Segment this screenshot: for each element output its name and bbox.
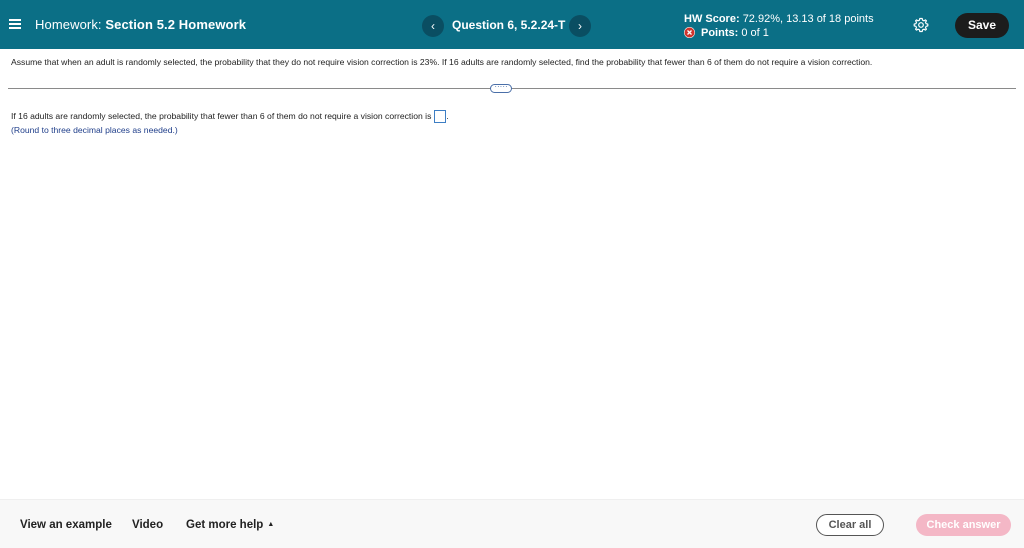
homework-name: Section 5.2 Homework	[105, 17, 247, 32]
footer-bar: View an example Video Get more help ▲ Cle…	[0, 499, 1024, 548]
hamburger-menu-icon[interactable]	[9, 19, 21, 29]
answer-prompt: If 16 adults are randomly selected, the …	[11, 111, 432, 121]
answer-input[interactable]	[434, 110, 447, 123]
homework-prefix: Homework:	[35, 17, 102, 32]
answer-suffix: .	[446, 111, 449, 121]
view-example-link[interactable]: View an example	[20, 519, 112, 531]
question-label: Question 6, 5.2.24-T	[452, 18, 566, 32]
video-link[interactable]: Video	[132, 519, 163, 531]
top-bar: Homework: Section 5.2 Homework ‹ Questio…	[0, 0, 1024, 49]
chevron-right-icon: ›	[578, 19, 582, 33]
caret-up-icon: ▲	[267, 521, 275, 528]
rounding-instruction: (Round to three decimal places as needed…	[11, 125, 178, 135]
check-answer-button[interactable]: Check answer	[916, 514, 1011, 536]
homework-title[interactable]: Homework: Section 5.2 Homework	[35, 17, 246, 32]
hw-score-label: HW Score:	[684, 13, 740, 25]
get-more-help-label: Get more help	[186, 519, 264, 531]
previous-question-button[interactable]: ‹	[422, 15, 444, 37]
points-label: Points:	[701, 27, 739, 39]
answer-line: If 16 adults are randomly selected, the …	[11, 110, 449, 123]
question-text: Assume that when an adult is randomly se…	[11, 57, 873, 67]
clear-all-button[interactable]: Clear all	[816, 514, 884, 536]
get-more-help-button[interactable]: Get more help ▲	[186, 519, 274, 531]
expand-question-button[interactable]: ·····	[490, 83, 512, 93]
chevron-left-icon: ‹	[431, 19, 435, 33]
incorrect-x-circle-icon	[684, 27, 695, 38]
next-question-button[interactable]: ›	[569, 15, 591, 37]
divider	[8, 88, 1016, 89]
points-value: 0 of 1	[741, 27, 769, 39]
gear-icon[interactable]	[913, 17, 929, 33]
score-block: HW Score: 72.92%, 13.13 of 18 points Poi…	[684, 12, 874, 40]
hw-score-value: 72.92%, 13.13 of 18 points	[742, 13, 874, 25]
save-button[interactable]: Save	[955, 13, 1009, 38]
